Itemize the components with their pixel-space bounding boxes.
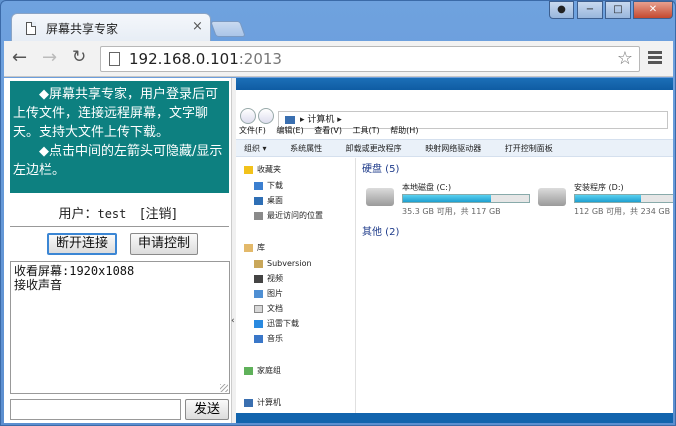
drive-usage-fill (575, 195, 641, 202)
reload-icon[interactable]: ↻ (72, 47, 86, 67)
logout-link[interactable]: [注销] (140, 207, 176, 222)
library-icon (244, 243, 253, 252)
remote-title-bar (236, 78, 673, 90)
chat-input[interactable] (10, 399, 181, 420)
left-panel: ◆屏幕共享专家，用户登录后可上传文件，连接远程屏幕，文字聊天。支持大文件上传下载… (4, 78, 231, 423)
drive-name: 本地磁盘 (C:) (402, 183, 452, 192)
remote-screen[interactable]: ▸ 计算机 ▸ 文件(F) 编辑(E) 查看(V) 工具(T) 帮助(H) 组织… (236, 78, 673, 423)
remote-nav-documents: 文档 (254, 303, 283, 315)
remote-menu-item: 文件(F) (239, 126, 266, 135)
desktop-icon (254, 196, 263, 205)
remote-nav-libraries: 库 (244, 242, 265, 254)
resize-grip-icon[interactable] (220, 384, 228, 392)
remote-nav-music: 音乐 (254, 333, 283, 345)
minimize-button[interactable]: − (577, 1, 603, 19)
new-tab-button[interactable] (210, 21, 246, 37)
star-icon (244, 165, 253, 174)
remote-nav-downloads: 下载 (254, 180, 283, 192)
remote-taskbar (236, 413, 673, 423)
browser-tab[interactable]: 屏幕共享专家 × (11, 13, 211, 41)
log-line: 收看屏幕:1920x1088 (14, 264, 135, 278)
log-line: 接收声音 (14, 278, 63, 292)
remote-nav-videos: 视频 (254, 273, 283, 285)
info-text-2: ◆点击中间的左箭头可隐藏/显示左边栏。 (13, 144, 223, 178)
document-icon (254, 304, 263, 313)
other-group: 其他 (2) (362, 227, 400, 238)
remote-menu-item: 查看(V) (314, 126, 342, 135)
user-name: test (97, 207, 127, 221)
info-text-1: ◆屏幕共享专家，用户登录后可上传文件，连接远程屏幕，文字聊天。支持大文件上传下载… (13, 87, 218, 140)
download-icon (254, 181, 263, 190)
remote-command: 映射网络驱动器 (425, 144, 482, 153)
browser-window: 屏幕共享专家 × ● − □ ✕ ← → ↻ 192.168.0.101:201… (0, 0, 676, 426)
remote-back-icon (240, 108, 256, 124)
remote-nav-recent: 最近访问的位置 (254, 210, 323, 222)
tab-close-icon[interactable]: × (192, 19, 203, 34)
drive-detail: 35.3 GB 可用，共 117 GB (402, 207, 501, 216)
menu-icon[interactable] (648, 51, 662, 66)
forward-arrow-icon[interactable]: → (42, 47, 57, 68)
info-box: ◆屏幕共享专家，用户登录后可上传文件，连接远程屏幕，文字聊天。支持大文件上传下载… (10, 81, 229, 193)
thunder-icon (254, 319, 263, 328)
send-button[interactable]: 发送 (185, 399, 229, 420)
divider (10, 226, 229, 227)
remote-sidebar: 收藏夹 下载 桌面 最近访问的位置 库 Subversion 视频 图片 文档 … (236, 158, 356, 413)
remote-menu-bar: 文件(F) 编辑(E) 查看(V) 工具(T) 帮助(H) (236, 124, 673, 138)
maximize-button[interactable]: □ (605, 1, 631, 19)
remote-nav-desktop: 桌面 (254, 195, 283, 207)
remote-menu-item: 编辑(E) (276, 126, 304, 135)
folder-icon (254, 259, 263, 268)
drive-usage-fill (403, 195, 492, 202)
remote-command: 系统属性 (290, 144, 323, 153)
collapse-arrow-icon[interactable]: ‹ (231, 316, 235, 326)
remote-nav-homegroup: 家庭组 (244, 365, 281, 377)
remote-command-bar: 组织 ▾ 系统属性 卸载或更改程序 映射网络驱动器 打开控制面板 (236, 139, 673, 157)
hard-disks-group: 硬盘 (5) (362, 164, 400, 175)
recent-icon (254, 211, 263, 220)
remote-nav-pictures: 图片 (254, 288, 283, 300)
drive-name: 安装程序 (D:) (574, 183, 624, 192)
music-icon (254, 334, 263, 343)
picture-icon (254, 289, 263, 298)
back-arrow-icon[interactable]: ← (12, 47, 27, 68)
hard-drive-icon (538, 188, 566, 206)
disconnect-button[interactable]: 断开连接 (47, 233, 117, 255)
drive-detail: 112 GB 可用，共 234 GB (574, 207, 671, 216)
page-content: ◆屏幕共享专家，用户登录后可上传文件，连接远程屏幕，文字聊天。支持大文件上传下载… (4, 78, 673, 423)
remote-menu-item: 工具(T) (352, 126, 380, 135)
drive-usage-bar (574, 194, 673, 203)
page-icon (26, 22, 36, 35)
message-log[interactable]: 收看屏幕:1920x1088 接收声音 (10, 261, 230, 394)
address-bar[interactable]: 192.168.0.101:2013 ☆ (100, 46, 640, 72)
hard-drive-icon (366, 188, 394, 206)
close-button[interactable]: ✕ (633, 1, 673, 19)
tab-title: 屏幕共享专家 (46, 22, 119, 36)
user-icon[interactable]: ● (549, 1, 574, 19)
remote-command: 卸载或更改程序 (345, 144, 402, 153)
user-label: 用户： (58, 207, 98, 222)
drive-d: 安装程序 (D:) 112 GB 可用，共 234 GB (538, 182, 673, 218)
remote-nav-computer: 计算机 (244, 397, 281, 409)
remote-forward-icon (258, 108, 274, 124)
remote-nav-thunder: 迅雷下载 (254, 318, 299, 330)
url-text[interactable]: 192.168.0.101:2013 (129, 50, 282, 68)
homegroup-icon (244, 366, 253, 375)
remote-menu-item: 帮助(H) (390, 126, 419, 135)
request-control-button[interactable]: 申请控制 (130, 233, 198, 255)
drive-usage-bar (402, 194, 530, 203)
video-icon (254, 274, 263, 283)
drive-c: 本地磁盘 (C:) 35.3 GB 可用，共 117 GB (366, 182, 536, 218)
remote-nav-subversion: Subversion (254, 258, 312, 270)
page-icon (109, 52, 120, 66)
remote-command: 打开控制面板 (504, 144, 553, 153)
bookmark-star-icon[interactable]: ☆ (617, 48, 633, 69)
browser-toolbar: ← → ↻ 192.168.0.101:2013 ☆ (4, 41, 673, 77)
user-line: 用户：test [注销] (4, 203, 231, 222)
remote-nav-row: ▸ 计算机 ▸ (236, 90, 673, 129)
computer-icon (244, 398, 253, 407)
remote-command: 组织 ▾ (244, 144, 267, 153)
remote-nav-favorites: 收藏夹 (244, 164, 281, 176)
remote-main-pane: 硬盘 (5) 本地磁盘 (C:) 35.3 GB 可用，共 117 GB 安装程… (356, 158, 673, 413)
